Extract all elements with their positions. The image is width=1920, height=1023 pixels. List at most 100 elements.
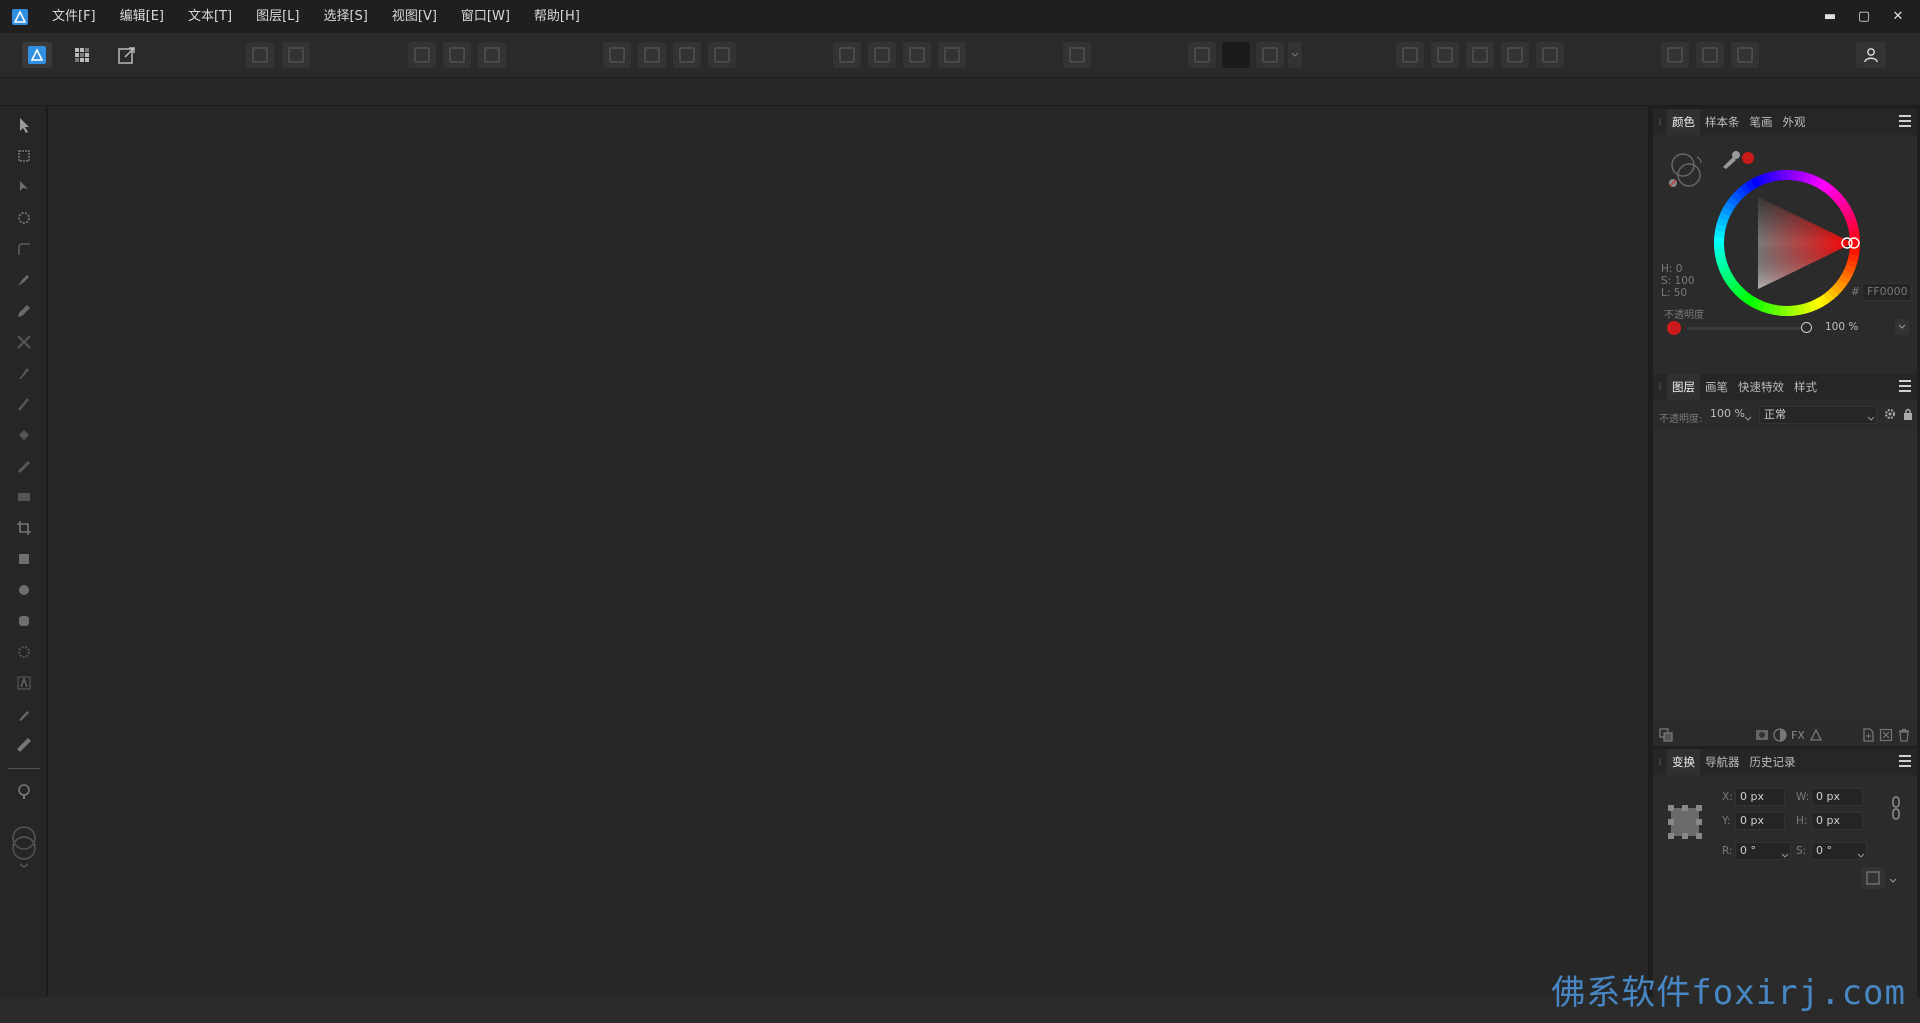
toolbar-btn-16[interactable] bbox=[1222, 42, 1250, 68]
fx-button[interactable]: FX bbox=[1791, 728, 1805, 742]
point-transform-tool[interactable] bbox=[10, 205, 38, 231]
h-input[interactable]: 0 px bbox=[1811, 812, 1863, 830]
text-tool[interactable] bbox=[10, 670, 38, 696]
mask-layer-button[interactable] bbox=[1755, 728, 1769, 742]
toolbar-btn-8[interactable] bbox=[673, 42, 701, 68]
layers-list[interactable] bbox=[1653, 430, 1917, 720]
account-button[interactable] bbox=[1856, 42, 1886, 68]
tab-swatches[interactable]: 样本条 bbox=[1700, 109, 1745, 135]
y-input[interactable]: 0 px bbox=[1735, 812, 1785, 830]
adjustment-button[interactable] bbox=[1773, 728, 1787, 742]
toolbar-btn-21[interactable] bbox=[1501, 42, 1529, 68]
toolbar-btn-7[interactable] bbox=[638, 42, 666, 68]
tab-transform[interactable]: 变换 bbox=[1667, 749, 1700, 775]
toolbar-btn-6[interactable] bbox=[603, 42, 631, 68]
minimize-button[interactable]: ▬ bbox=[1816, 0, 1844, 33]
fill-tool[interactable] bbox=[10, 422, 38, 448]
panel-menu-icon[interactable] bbox=[1899, 380, 1911, 392]
panel-menu-icon[interactable] bbox=[1899, 115, 1911, 127]
tab-quick-fx[interactable]: 快速特效 bbox=[1733, 374, 1789, 400]
tab-appearance[interactable]: 外观 bbox=[1778, 109, 1811, 135]
tab-brushes[interactable]: 画笔 bbox=[1700, 374, 1733, 400]
menu-text[interactable]: 文本[T] bbox=[176, 0, 244, 33]
opacity-slider-thumb[interactable] bbox=[1801, 322, 1812, 333]
pixel-persona-button[interactable] bbox=[68, 42, 96, 68]
toolbar-btn-9[interactable] bbox=[708, 42, 736, 68]
toolbar-btn-14[interactable] bbox=[1063, 42, 1091, 68]
tab-styles[interactable]: 样式 bbox=[1789, 374, 1822, 400]
menu-window[interactable]: 窗口[W] bbox=[449, 0, 522, 33]
toolbar-btn-17[interactable] bbox=[1256, 42, 1284, 68]
gradient-tool[interactable] bbox=[10, 453, 38, 479]
shape-tool[interactable] bbox=[10, 639, 38, 665]
tab-color[interactable]: 颜色 bbox=[1667, 109, 1700, 135]
node-tool[interactable] bbox=[10, 174, 38, 200]
crop-tool[interactable] bbox=[10, 515, 38, 541]
menu-edit[interactable]: 编辑[E] bbox=[108, 0, 176, 33]
designer-persona-button[interactable] bbox=[22, 42, 52, 68]
toolbar-btn-25[interactable] bbox=[1731, 42, 1759, 68]
toolbar-btn-4[interactable] bbox=[443, 42, 471, 68]
measure-tool[interactable] bbox=[10, 732, 38, 758]
menu-select[interactable]: 选择[S] bbox=[311, 0, 379, 33]
lock-layer-button[interactable] bbox=[1901, 407, 1915, 421]
move-tool[interactable] bbox=[10, 112, 38, 138]
transform-origin-button[interactable] bbox=[1861, 867, 1885, 889]
corner-tool[interactable] bbox=[10, 236, 38, 262]
toolbar-btn-23[interactable] bbox=[1661, 42, 1689, 68]
tab-navigator[interactable]: 导航器 bbox=[1700, 749, 1745, 775]
color-picker-tool[interactable] bbox=[10, 701, 38, 727]
live-filter-button[interactable] bbox=[1809, 728, 1823, 742]
opacity-slider-track[interactable] bbox=[1687, 327, 1807, 330]
tab-layers[interactable]: 图层 bbox=[1667, 374, 1700, 400]
menu-view[interactable]: 视图[V] bbox=[380, 0, 449, 33]
color-wheel[interactable] bbox=[1713, 169, 1861, 317]
paint-brush-tool[interactable] bbox=[10, 391, 38, 417]
panel-menu-icon[interactable] bbox=[1899, 755, 1911, 767]
toolbar-btn-11[interactable] bbox=[868, 42, 896, 68]
toolbar-btn-19[interactable] bbox=[1431, 42, 1459, 68]
canvas-area[interactable] bbox=[48, 106, 1648, 997]
export-persona-button[interactable] bbox=[113, 42, 141, 68]
ellipse-tool[interactable] bbox=[10, 577, 38, 603]
rectangle-tool[interactable] bbox=[10, 546, 38, 572]
toolbar-btn-12[interactable] bbox=[903, 42, 931, 68]
pixel-brush-tool[interactable] bbox=[10, 360, 38, 386]
maximize-button[interactable]: ▢ bbox=[1850, 0, 1878, 33]
rounded-rectangle-tool[interactable] bbox=[10, 608, 38, 634]
panel-grip-icon[interactable]: ⁞ bbox=[1653, 374, 1667, 400]
layer-settings-button[interactable] bbox=[1883, 407, 1897, 421]
toolbar-btn-1[interactable] bbox=[246, 42, 274, 68]
close-layer-button[interactable] bbox=[1879, 728, 1893, 742]
w-input[interactable]: 0 px bbox=[1811, 788, 1863, 806]
transparency-tool[interactable] bbox=[10, 484, 38, 510]
toolbar-btn-10[interactable] bbox=[833, 42, 861, 68]
pen-tool[interactable] bbox=[10, 267, 38, 293]
chevron-down-icon[interactable] bbox=[1889, 873, 1897, 887]
artboard-tool[interactable] bbox=[10, 143, 38, 169]
toolbar-btn-22[interactable] bbox=[1536, 42, 1564, 68]
toolbar-dropdown[interactable] bbox=[1288, 42, 1302, 68]
toolbar-btn-20[interactable] bbox=[1466, 42, 1494, 68]
arrange-layers-button[interactable] bbox=[1659, 728, 1673, 742]
opacity-dropdown[interactable] bbox=[1895, 319, 1909, 335]
x-input[interactable]: 0 px bbox=[1735, 788, 1785, 806]
toolbar-btn-3[interactable] bbox=[408, 42, 436, 68]
link-proportions-button[interactable] bbox=[1891, 795, 1901, 821]
toolbar-btn-24[interactable] bbox=[1696, 42, 1724, 68]
menu-help[interactable]: 帮助[H] bbox=[522, 0, 592, 33]
vector-brush-tool[interactable] bbox=[10, 329, 38, 355]
close-button[interactable]: ✕ bbox=[1884, 0, 1912, 33]
zoom-tool[interactable] bbox=[10, 778, 38, 804]
anchor-selector[interactable] bbox=[1667, 804, 1703, 840]
panel-grip-icon[interactable]: ⁞ bbox=[1653, 109, 1667, 135]
hex-input[interactable]: FF0000 bbox=[1862, 283, 1912, 301]
tab-stroke[interactable]: 笔画 bbox=[1745, 109, 1778, 135]
menu-layer[interactable]: 图层[L] bbox=[244, 0, 311, 33]
pencil-tool[interactable] bbox=[10, 298, 38, 324]
toolbar-btn-2[interactable] bbox=[282, 42, 310, 68]
blend-mode-select[interactable]: 正常 bbox=[1759, 406, 1877, 424]
color-swap-control[interactable] bbox=[1667, 151, 1707, 193]
toolbar-btn-13[interactable] bbox=[938, 42, 966, 68]
delete-layer-button[interactable] bbox=[1897, 728, 1911, 742]
